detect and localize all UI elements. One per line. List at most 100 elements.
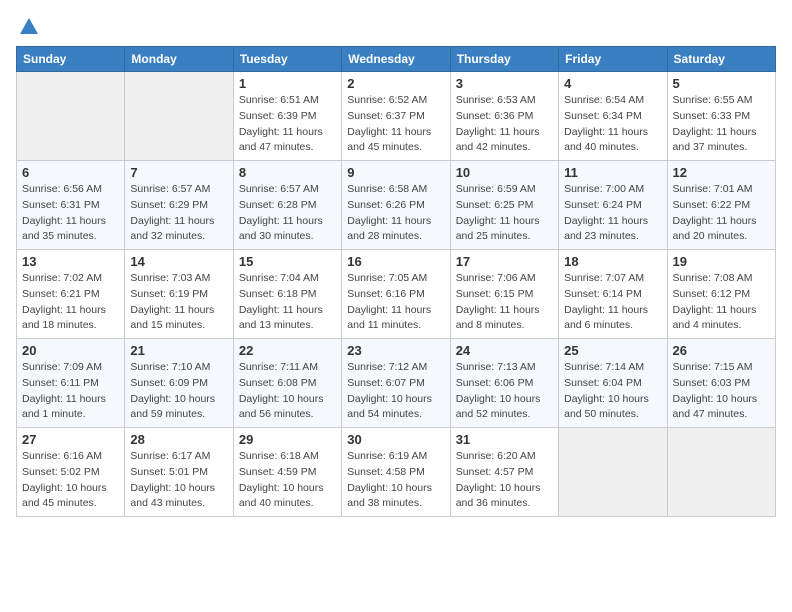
day-info: Sunrise: 6:55 AMSunset: 6:33 PMDaylight:…: [673, 93, 770, 156]
day-cell: 2 Sunrise: 6:52 AMSunset: 6:37 PMDaylight…: [342, 72, 450, 161]
day-number: 9: [347, 165, 444, 180]
day-info: Sunrise: 7:04 AMSunset: 6:18 PMDaylight:…: [239, 271, 336, 334]
logo-icon: [18, 16, 40, 38]
day-number: 18: [564, 254, 661, 269]
day-info: Sunrise: 6:54 AMSunset: 6:34 PMDaylight:…: [564, 93, 661, 156]
day-cell: 23Sunrise: 7:12 AMSunset: 6:07 PMDayligh…: [342, 339, 450, 428]
day-cell: 24 Sunrise: 7:13 AMSunset: 6:06 PMDayligh…: [450, 339, 558, 428]
header-wednesday: Wednesday: [342, 47, 450, 72]
day-number: 3: [456, 76, 553, 91]
day-cell: 22 Sunrise: 7:11 AMSunset: 6:08 PMDayligh…: [233, 339, 341, 428]
day-number: 22: [239, 343, 336, 358]
day-number: 4: [564, 76, 661, 91]
day-info: Sunrise: 6:52 AMSunset: 6:37 PMDaylight:…: [347, 93, 444, 156]
day-info: Sunrise: 6:57 AMSunset: 6:28 PMDaylight:…: [239, 182, 336, 245]
day-number: 7: [130, 165, 227, 180]
day-number: 21: [130, 343, 227, 358]
day-info: Sunrise: 7:14 AMSunset: 6:04 PMDaylight:…: [564, 360, 661, 423]
day-info: Sunrise: 6:58 AMSunset: 6:26 PMDaylight:…: [347, 182, 444, 245]
day-cell: 1 Sunrise: 6:51 AMSunset: 6:39 PMDaylight…: [233, 72, 341, 161]
day-cell: 10Sunrise: 6:59 AMSunset: 6:25 PMDayligh…: [450, 161, 558, 250]
day-cell: [559, 428, 667, 517]
day-number: 11: [564, 165, 661, 180]
day-cell: 4 Sunrise: 6:54 AMSunset: 6:34 PMDaylight…: [559, 72, 667, 161]
day-cell: 5 Sunrise: 6:55 AMSunset: 6:33 PMDaylight…: [667, 72, 775, 161]
day-cell: 19 Sunrise: 7:08 AMSunset: 6:12 PMDayligh…: [667, 250, 775, 339]
day-info: Sunrise: 7:13 AMSunset: 6:06 PMDaylight:…: [456, 360, 553, 423]
logo: [16, 16, 40, 34]
day-info: Sunrise: 6:16 AMSunset: 5:02 PMDaylight:…: [22, 449, 119, 512]
day-number: 28: [130, 432, 227, 447]
day-cell: 16 Sunrise: 7:05 AMSunset: 6:16 PMDayligh…: [342, 250, 450, 339]
day-cell: 7 Sunrise: 6:57 AMSunset: 6:29 PMDaylight…: [125, 161, 233, 250]
day-number: 6: [22, 165, 119, 180]
day-number: 25: [564, 343, 661, 358]
week-row-2: 6Sunrise: 6:56 AMSunset: 6:31 PMDaylight…: [17, 161, 776, 250]
day-info: Sunrise: 7:09 AMSunset: 6:11 PMDaylight:…: [22, 360, 119, 423]
day-cell: 31 Sunrise: 6:20 AMSunset: 4:57 PMDayligh…: [450, 428, 558, 517]
day-cell: [667, 428, 775, 517]
day-number: 13: [22, 254, 119, 269]
day-number: 23: [347, 343, 444, 358]
day-number: 15: [239, 254, 336, 269]
week-row-4: 20 Sunrise: 7:09 AMSunset: 6:11 PMDayligh…: [17, 339, 776, 428]
day-number: 24: [456, 343, 553, 358]
day-cell: 8 Sunrise: 6:57 AMSunset: 6:28 PMDaylight…: [233, 161, 341, 250]
day-cell: 6Sunrise: 6:56 AMSunset: 6:31 PMDaylight…: [17, 161, 125, 250]
day-info: Sunrise: 7:05 AMSunset: 6:16 PMDaylight:…: [347, 271, 444, 334]
day-number: 10: [456, 165, 553, 180]
day-number: 16: [347, 254, 444, 269]
week-row-5: 27Sunrise: 6:16 AMSunset: 5:02 PMDayligh…: [17, 428, 776, 517]
day-info: Sunrise: 6:57 AMSunset: 6:29 PMDaylight:…: [130, 182, 227, 245]
day-cell: 11 Sunrise: 7:00 AMSunset: 6:24 PMDayligh…: [559, 161, 667, 250]
calendar-table: SundayMondayTuesdayWednesdayThursdayFrid…: [16, 46, 776, 517]
day-number: 5: [673, 76, 770, 91]
day-info: Sunrise: 7:02 AMSunset: 6:21 PMDaylight:…: [22, 271, 119, 334]
header-saturday: Saturday: [667, 47, 775, 72]
day-number: 19: [673, 254, 770, 269]
week-row-3: 13 Sunrise: 7:02 AMSunset: 6:21 PMDayligh…: [17, 250, 776, 339]
day-cell: 18 Sunrise: 7:07 AMSunset: 6:14 PMDayligh…: [559, 250, 667, 339]
day-info: Sunrise: 7:03 AMSunset: 6:19 PMDaylight:…: [130, 271, 227, 334]
day-cell: 26 Sunrise: 7:15 AMSunset: 6:03 PMDayligh…: [667, 339, 775, 428]
page-header: [16, 16, 776, 34]
day-number: 26: [673, 343, 770, 358]
day-info: Sunrise: 7:15 AMSunset: 6:03 PMDaylight:…: [673, 360, 770, 423]
day-cell: 20 Sunrise: 7:09 AMSunset: 6:11 PMDayligh…: [17, 339, 125, 428]
day-info: Sunrise: 6:53 AMSunset: 6:36 PMDaylight:…: [456, 93, 553, 156]
day-info: Sunrise: 7:07 AMSunset: 6:14 PMDaylight:…: [564, 271, 661, 334]
day-info: Sunrise: 7:10 AMSunset: 6:09 PMDaylight:…: [130, 360, 227, 423]
day-cell: 21 Sunrise: 7:10 AMSunset: 6:09 PMDayligh…: [125, 339, 233, 428]
day-info: Sunrise: 6:18 AMSunset: 4:59 PMDaylight:…: [239, 449, 336, 512]
day-cell: 30 Sunrise: 6:19 AMSunset: 4:58 PMDayligh…: [342, 428, 450, 517]
day-number: 17: [456, 254, 553, 269]
day-number: 30: [347, 432, 444, 447]
day-number: 14: [130, 254, 227, 269]
day-cell: 28 Sunrise: 6:17 AMSunset: 5:01 PMDayligh…: [125, 428, 233, 517]
day-number: 29: [239, 432, 336, 447]
day-cell: 29 Sunrise: 6:18 AMSunset: 4:59 PMDayligh…: [233, 428, 341, 517]
day-cell: [125, 72, 233, 161]
day-cell: 12Sunrise: 7:01 AMSunset: 6:22 PMDayligh…: [667, 161, 775, 250]
day-info: Sunrise: 7:08 AMSunset: 6:12 PMDaylight:…: [673, 271, 770, 334]
day-info: Sunrise: 6:51 AMSunset: 6:39 PMDaylight:…: [239, 93, 336, 156]
day-info: Sunrise: 7:00 AMSunset: 6:24 PMDaylight:…: [564, 182, 661, 245]
day-cell: 15 Sunrise: 7:04 AMSunset: 6:18 PMDayligh…: [233, 250, 341, 339]
day-cell: 27Sunrise: 6:16 AMSunset: 5:02 PMDayligh…: [17, 428, 125, 517]
day-info: Sunrise: 6:17 AMSunset: 5:01 PMDaylight:…: [130, 449, 227, 512]
day-cell: 9 Sunrise: 6:58 AMSunset: 6:26 PMDaylight…: [342, 161, 450, 250]
day-cell: 13 Sunrise: 7:02 AMSunset: 6:21 PMDayligh…: [17, 250, 125, 339]
header-sunday: Sunday: [17, 47, 125, 72]
header-friday: Friday: [559, 47, 667, 72]
day-info: Sunrise: 6:19 AMSunset: 4:58 PMDaylight:…: [347, 449, 444, 512]
day-number: 2: [347, 76, 444, 91]
day-number: 1: [239, 76, 336, 91]
day-number: 20: [22, 343, 119, 358]
day-info: Sunrise: 7:06 AMSunset: 6:15 PMDaylight:…: [456, 271, 553, 334]
day-info: Sunrise: 7:11 AMSunset: 6:08 PMDaylight:…: [239, 360, 336, 423]
header-tuesday: Tuesday: [233, 47, 341, 72]
day-number: 31: [456, 432, 553, 447]
day-number: 8: [239, 165, 336, 180]
day-info: Sunrise: 6:20 AMSunset: 4:57 PMDaylight:…: [456, 449, 553, 512]
header-thursday: Thursday: [450, 47, 558, 72]
